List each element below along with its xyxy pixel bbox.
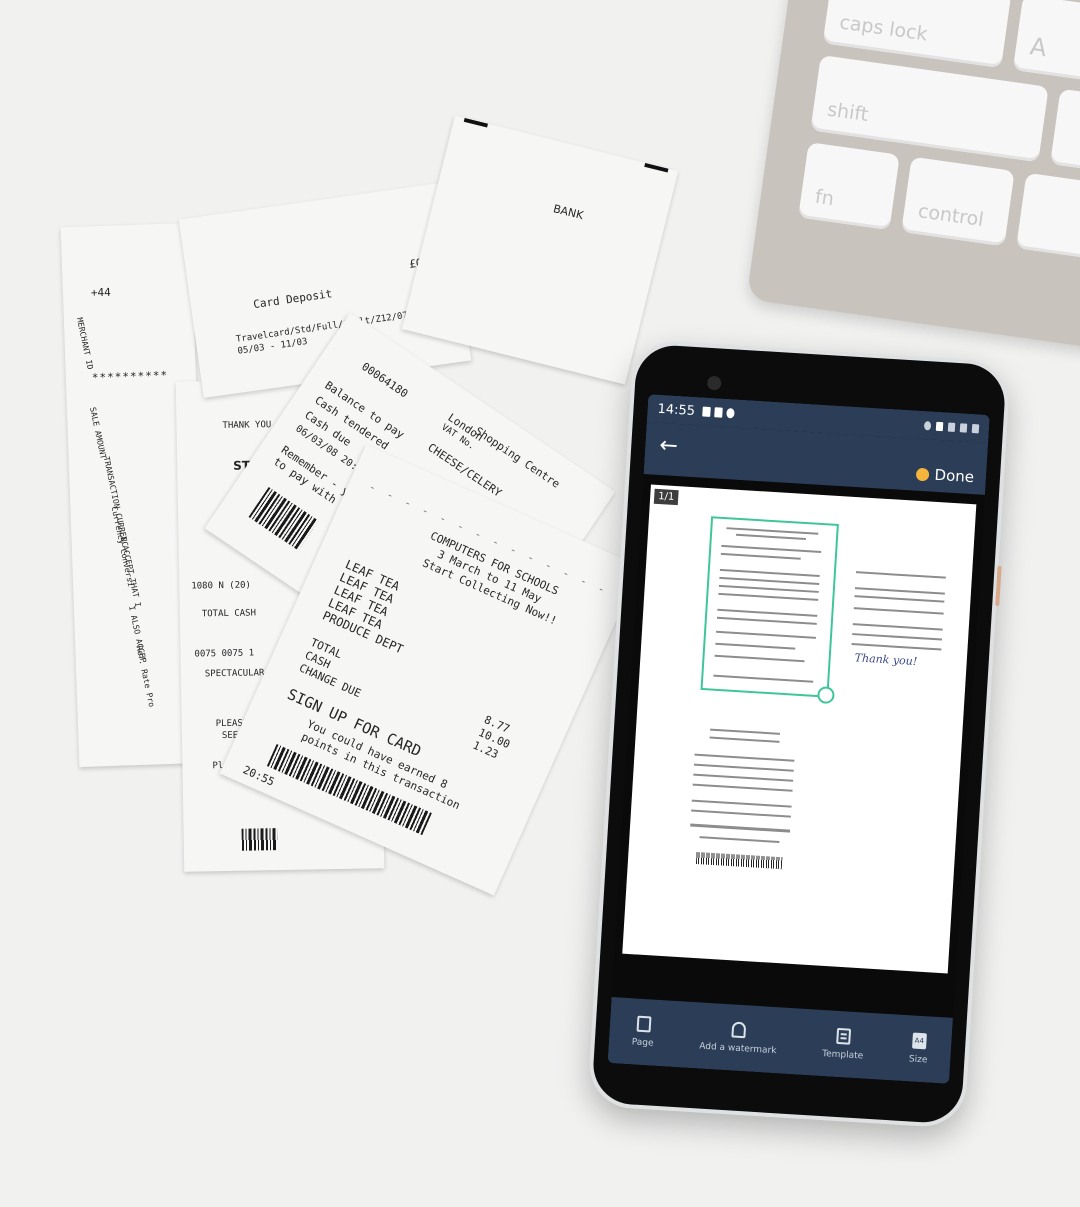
- smartphone: 14:55 ← Done 1/1 Thank you! Page Add a w…: [586, 339, 1012, 1129]
- scan-text-line: [718, 592, 819, 601]
- scan-text-line: [690, 823, 791, 833]
- receipt-text: I ACCEPT THAT I: [118, 535, 143, 608]
- receipt-text: TOTAL CASH: [201, 608, 257, 620]
- scan-text-line: [694, 753, 795, 762]
- scan-text-line: [693, 763, 794, 772]
- wifi-icon: [935, 421, 944, 431]
- barcode: [241, 828, 278, 851]
- notification-icon: [714, 407, 724, 418]
- scan-text-line: [714, 654, 805, 663]
- power-button: [995, 565, 1002, 606]
- scan-text-line: [854, 595, 945, 603]
- key-a: A: [1012, 0, 1080, 81]
- system-icons: [923, 420, 980, 433]
- scan-text-line: [709, 736, 780, 743]
- scan-text-line: [692, 783, 793, 792]
- scan-text-line: [717, 608, 818, 617]
- bottom-toolbar: Page Add a watermark Template A4 Size: [607, 997, 953, 1084]
- scan-text-line: [716, 630, 816, 639]
- template-icon: [836, 1027, 852, 1045]
- size-button[interactable]: A4 Size: [909, 1032, 929, 1065]
- template-button[interactable]: Template: [821, 1027, 865, 1062]
- scanned-receipt-right: Thank you!: [848, 567, 957, 694]
- receipt-text: 00064180: [359, 359, 411, 401]
- scan-barcode: [695, 851, 783, 870]
- signal-icon: [947, 422, 956, 432]
- barcode: [248, 487, 319, 551]
- key-shift: shift: [810, 54, 1049, 163]
- scan-text-line: [853, 607, 944, 615]
- scan-text-line: [735, 533, 806, 541]
- scan-text-line: [721, 544, 822, 554]
- battery-icon: [971, 423, 980, 433]
- watermark-button[interactable]: Add a watermark: [698, 1020, 778, 1057]
- scan-text-line: [716, 616, 817, 625]
- key-caps-lock: caps lock: [822, 0, 1012, 69]
- scanned-document: 1/1 Thank you!: [622, 484, 977, 974]
- key-blank: [1050, 88, 1080, 173]
- scan-text-line: [715, 642, 796, 650]
- tool-label: Size: [908, 1054, 928, 1066]
- crop-resize-handle[interactable]: [816, 686, 835, 705]
- status-time: 14:55: [657, 401, 696, 419]
- scan-text-line: [854, 587, 945, 595]
- scan-text-line: [852, 623, 943, 631]
- scan-text-line: [718, 584, 819, 593]
- handwritten-note: Thank you!: [854, 651, 918, 669]
- receipt-text: Ref. Rate Pro: [134, 644, 157, 708]
- scan-text-line: [691, 809, 791, 818]
- phone-screen: 14:55 ← Done 1/1 Thank you! Page Add a w…: [607, 394, 990, 1084]
- receipt-text: SPECTACULAR: [204, 668, 265, 680]
- scan-text-line: [855, 571, 946, 579]
- scan-text-line: [693, 773, 794, 782]
- tool-label: Page: [631, 1037, 654, 1049]
- scan-text-line: [851, 643, 942, 651]
- page-icon: [636, 1015, 652, 1033]
- notification-icons: [702, 406, 736, 419]
- key-control: control: [901, 156, 1015, 247]
- receipt-text: +44: [90, 285, 112, 300]
- receipt-text: BANK: [551, 202, 585, 223]
- keyboard: caps lock A shift fn control: [746, 0, 1080, 358]
- receipt-text: **********: [91, 368, 169, 385]
- done-label: Done: [934, 465, 975, 487]
- scan-text-line: [852, 633, 943, 641]
- receipt-text: 0075 0075 1: [194, 648, 255, 660]
- scan-text-line: [691, 799, 792, 808]
- scan-text-line: [720, 552, 801, 560]
- receipt-text: Card Deposit: [252, 287, 333, 312]
- scanned-receipt-bottom: [686, 723, 807, 891]
- receipt-text: 1080 N (20): [191, 580, 252, 592]
- key-fn: fn: [798, 142, 900, 231]
- receipt-text: MERCHANT ID: [74, 316, 95, 371]
- scan-text-line: [699, 836, 780, 844]
- scan-text-line: [719, 568, 820, 577]
- scan-text-line: [719, 576, 820, 585]
- tool-label: Template: [821, 1049, 864, 1062]
- done-button[interactable]: Done: [915, 465, 975, 487]
- crop-frame[interactable]: [700, 516, 839, 705]
- key-blank: [1016, 172, 1080, 261]
- size-icon: A4: [911, 1032, 927, 1050]
- alarm-icon: [923, 420, 932, 430]
- watermark-icon: [731, 1021, 747, 1039]
- photo-scene: caps lock A shift fn control +44 MERCHAN…: [0, 0, 1080, 1207]
- scan-text-line: [710, 728, 781, 735]
- page-counter: 1/1: [653, 488, 679, 506]
- signal-icon: [959, 422, 968, 433]
- tool-label: Add a watermark: [698, 1041, 777, 1057]
- back-arrow-icon[interactable]: ←: [659, 433, 679, 459]
- page-button[interactable]: Page: [631, 1015, 655, 1049]
- scan-text-line: [713, 674, 814, 683]
- done-icon: [915, 467, 930, 481]
- notification-icon: [702, 406, 712, 418]
- notification-icon: [726, 408, 736, 419]
- receipt-text: SALE AMOUNT: [88, 406, 108, 460]
- front-camera: [706, 375, 722, 391]
